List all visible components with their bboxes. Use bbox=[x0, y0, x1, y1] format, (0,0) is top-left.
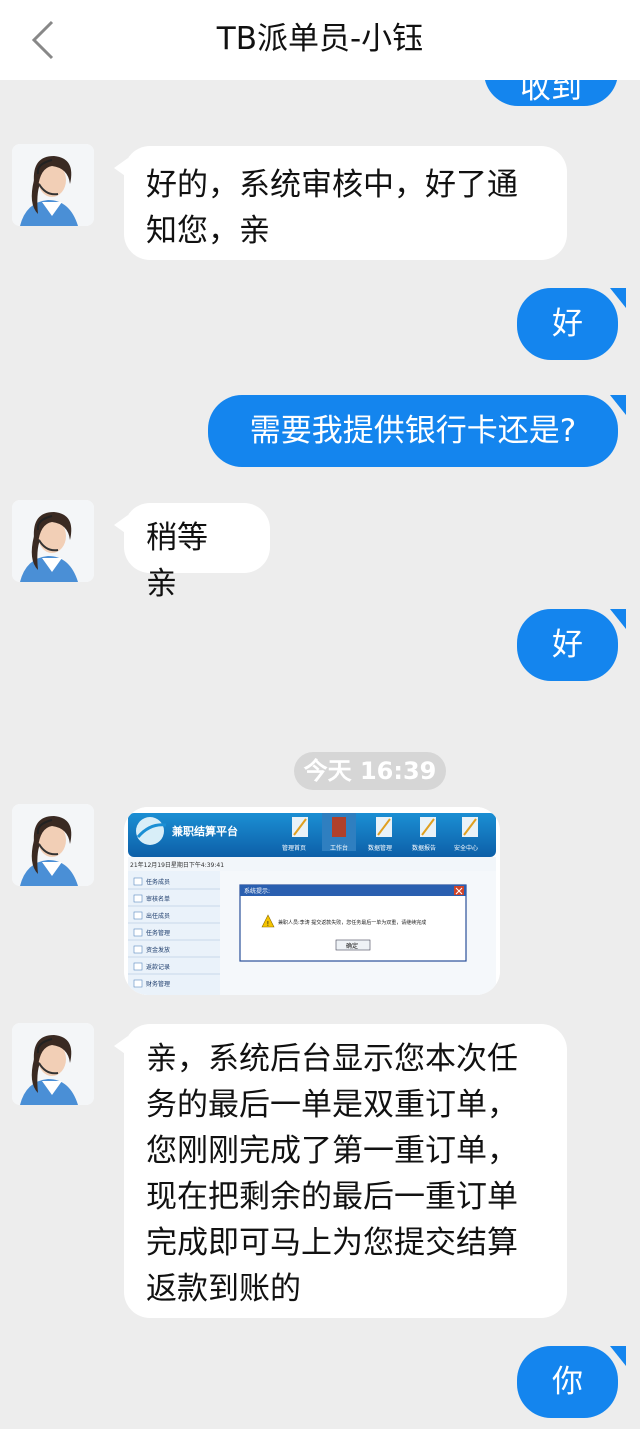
chat-header: TB派单员-小钰 bbox=[0, 0, 640, 80]
system-dialog: 系统提示: ! 兼职人员:李涛 提交返款失败，您任务最后一单为双重，请继续完成 … bbox=[239, 884, 467, 962]
nav-item: 数据报告 bbox=[412, 844, 436, 852]
date-line: 21年12月19日星期日下午4:39:41 bbox=[130, 861, 224, 869]
message-text: 需要我提供银行卡还是? bbox=[249, 413, 577, 449]
message-bubble-received[interactable]: 稍等 亲 bbox=[114, 503, 270, 602]
message-bubble-sent[interactable]: 好 bbox=[517, 609, 626, 681]
nav-item: 管理首页 bbox=[282, 844, 306, 852]
message-bubble-received[interactable]: 亲，系统后台显示您本次任务的最后一单是双重订单，您刚刚完成了第一重订单，现在把剩… bbox=[114, 1024, 567, 1318]
message-text: 亲，系统后台显示您本次任务的最后一单是双重订单，您刚刚完成了第一重订单，现在把剩… bbox=[146, 1041, 518, 1307]
timestamp-divider: 今天 16:39 bbox=[294, 752, 446, 790]
sidebar-item: 财务管理 bbox=[146, 980, 170, 988]
image-message[interactable]: 兼职结算平台 管理首页 工作台 数据管理 数据报告 安全中心 21年12月19日… bbox=[124, 807, 500, 995]
message-bubble-received[interactable]: 好的，系统审核中，好了通知您，亲 bbox=[114, 146, 567, 260]
sidebar-item: 任务管理 bbox=[146, 929, 170, 937]
nav-item: 工作台 bbox=[330, 844, 348, 852]
message-text: 好 bbox=[552, 306, 583, 342]
sidebar-item: 资金发放 bbox=[146, 946, 170, 954]
nav-item: 数据管理 bbox=[368, 844, 392, 852]
avatar[interactable] bbox=[12, 804, 94, 886]
chat-title: TB派单员-小钰 bbox=[216, 21, 424, 57]
sidebar-item: 返款记录 bbox=[146, 963, 170, 971]
nav-item: 安全中心 bbox=[454, 844, 478, 852]
message-bubble-sent[interactable]: 好 bbox=[517, 288, 626, 360]
sidebar-item: 审核名单 bbox=[146, 895, 170, 903]
platform-name: 兼职结算平台 bbox=[172, 824, 238, 838]
avatar[interactable] bbox=[12, 1023, 94, 1105]
sidebar-item: 任务成员 bbox=[146, 878, 170, 886]
message-bubble-sent[interactable]: 收到了 bbox=[484, 80, 618, 106]
message-bubble-sent[interactable]: 需要我提供银行卡还是? bbox=[208, 395, 626, 467]
avatar[interactable] bbox=[12, 144, 94, 226]
platform-screenshot-image: 兼职结算平台 管理首页 工作台 数据管理 数据报告 安全中心 21年12月19日… bbox=[124, 807, 500, 995]
message-text: 稍等 亲 bbox=[146, 520, 208, 602]
dialog-button: 确定 bbox=[346, 942, 358, 950]
avatar[interactable] bbox=[12, 500, 94, 582]
message-list[interactable]: 收到了 好的，系统审核中，好了通知您，亲 好 需要我提供银行卡还是? bbox=[0, 80, 640, 1429]
message-text: 好的，系统审核中，好了通知您，亲 bbox=[146, 167, 518, 249]
message-text: 收到了 bbox=[520, 80, 582, 106]
message-text: 好 bbox=[552, 627, 583, 663]
message-bubble-sent[interactable]: 你 bbox=[517, 1346, 626, 1418]
svg-text:!: ! bbox=[267, 920, 270, 928]
dialog-message: 兼职人员:李涛 提交返款失败，您任务最后一单为双重，请继续完成 bbox=[278, 919, 426, 926]
dialog-title: 系统提示: bbox=[244, 887, 270, 895]
sidebar-item: 出任成员 bbox=[146, 912, 170, 920]
message-text: 你 bbox=[552, 1364, 583, 1400]
